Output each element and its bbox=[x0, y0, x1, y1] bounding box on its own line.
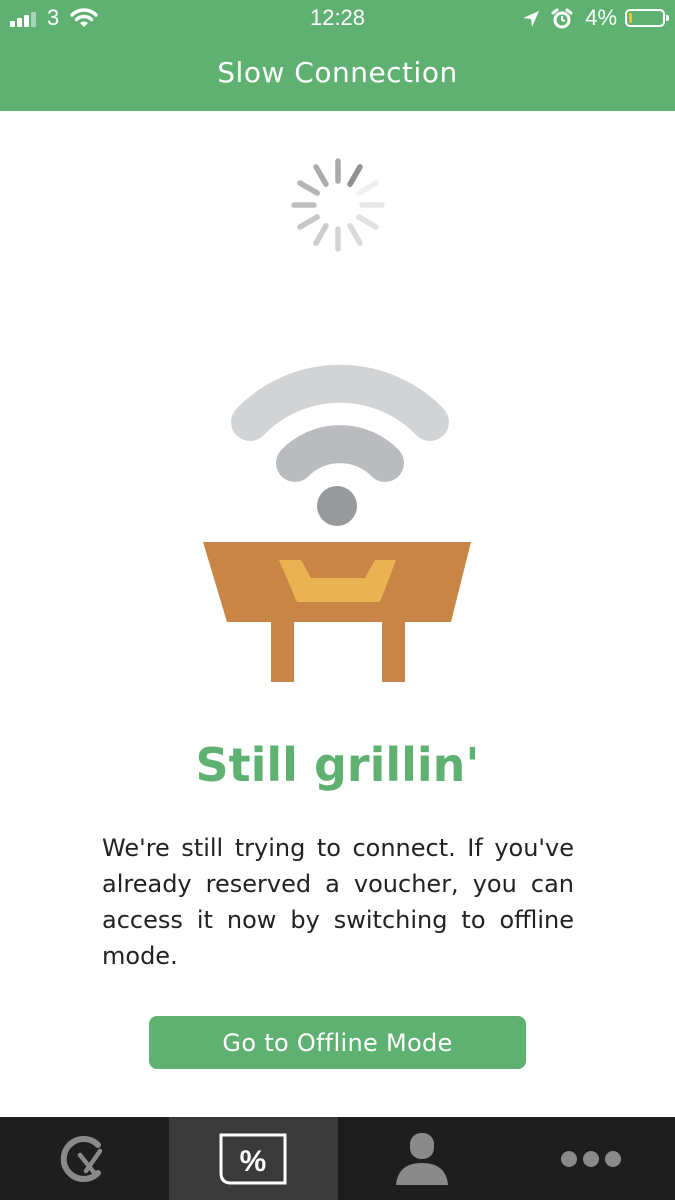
page-title: Slow Connection bbox=[217, 56, 458, 89]
location-arrow-icon bbox=[523, 11, 539, 27]
status-bar: 3 12:28 4% bbox=[0, 0, 675, 38]
heading: Still grillin' bbox=[195, 738, 480, 792]
restaurant-clock-icon bbox=[61, 1135, 103, 1182]
top-bar: 3 12:28 4% Slow Connection bbox=[0, 0, 675, 111]
message-text: We're still trying to connect. If you've… bbox=[102, 834, 574, 970]
clock-time: 12:28 bbox=[309, 5, 366, 30]
alarm-icon bbox=[551, 8, 573, 29]
battery-icon bbox=[625, 9, 669, 27]
wifi-signal-icon bbox=[231, 364, 449, 526]
grill-wifi-illustration bbox=[203, 364, 471, 682]
voucher-glyph: % bbox=[240, 1145, 267, 1178]
go-offline-button[interactable]: Go to Offline Mode bbox=[149, 1016, 526, 1069]
profile-icon bbox=[395, 1132, 448, 1185]
voucher-percent-icon: % bbox=[219, 1133, 287, 1184]
tab-restaurants[interactable] bbox=[0, 1117, 169, 1200]
battery-percent: 4% bbox=[585, 5, 617, 30]
tab-vouchers[interactable]: % bbox=[168, 1117, 338, 1200]
loading-spinner-icon bbox=[291, 158, 385, 252]
tab-more[interactable] bbox=[506, 1117, 675, 1200]
tab-profile[interactable] bbox=[338, 1117, 507, 1200]
more-dots-icon bbox=[560, 1150, 621, 1167]
bottom-tab-bar: % bbox=[0, 1117, 675, 1200]
grill-icon bbox=[203, 542, 471, 682]
